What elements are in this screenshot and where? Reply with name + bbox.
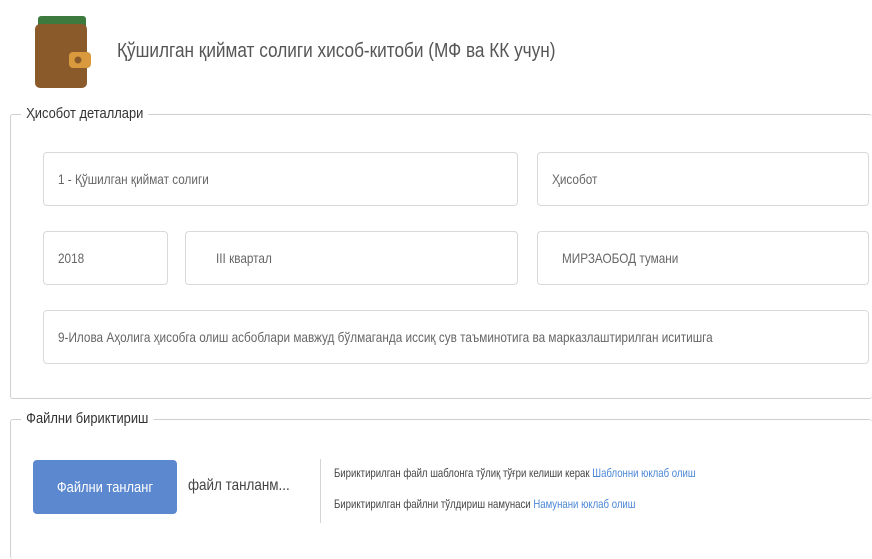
sample-info: Бириктирилган файлни тўлдириш намунаси Н… (334, 497, 635, 511)
report-details-legend: Ҳисобот деталлари (21, 105, 149, 122)
district-value: МИРЗАОБОД тумани (562, 250, 679, 266)
year-value: 2018 (58, 250, 85, 266)
quarter-field[interactable]: III квартал (185, 231, 518, 285)
template-info: Бириктирилган файл шаблонга тўлиқ тўғри … (334, 466, 696, 480)
appendix-value: 9-Илова Аҳолига ҳисобга олиш асбоблари м… (58, 329, 713, 345)
choose-file-label: Файлни танланг (56, 478, 154, 496)
tax-type-field[interactable]: 1 - Қўшилган қиймат солиги (43, 152, 518, 206)
quarter-value: III квартал (216, 250, 272, 266)
wallet-icon (35, 16, 91, 88)
tax-type-value: 1 - Қўшилган қиймат солиги (58, 171, 209, 187)
report-type-value: Ҳисобот (552, 171, 598, 187)
district-field[interactable]: МИРЗАОБОД тумани (537, 231, 869, 285)
divider (320, 459, 321, 523)
page-title: Қўшилган қиймат солиги хисоб-китоби (МФ … (117, 40, 556, 62)
choose-file-button[interactable]: Файлни танланг (33, 460, 177, 514)
template-info-text: Бириктирилган файл шаблонга тўлиқ тўғри … (334, 466, 590, 480)
download-sample-link[interactable]: Намунани юклаб олиш (533, 497, 635, 511)
attach-file-legend: Файлни бириктириш (21, 410, 154, 427)
appendix-field[interactable]: 9-Илова Аҳолига ҳисобга олиш асбоблари м… (43, 310, 869, 364)
download-template-link[interactable]: Шаблонни юклаб олиш (592, 466, 695, 480)
header: Қўшилган қиймат солиги хисоб-китоби (МФ … (0, 0, 872, 100)
year-field[interactable]: 2018 (43, 231, 168, 285)
report-type-field[interactable]: Ҳисобот (537, 152, 869, 206)
sample-info-text: Бириктирилган файлни тўлдириш намунаси (334, 497, 531, 511)
file-status-text: файл танланм... (188, 477, 290, 494)
